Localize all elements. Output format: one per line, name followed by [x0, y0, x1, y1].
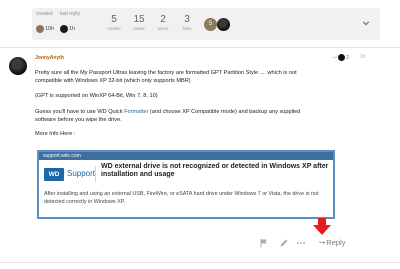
last-reply-time: 1h	[69, 26, 76, 32]
links-stat[interactable]: 3 links	[175, 14, 199, 31]
chevron-down-icon[interactable]	[362, 19, 370, 27]
post-text: software before you wipe the drive.	[35, 116, 122, 123]
bottom-divider	[0, 262, 400, 263]
replies-label: replies	[107, 26, 121, 31]
formatter-link[interactable]: Formatter	[124, 109, 148, 115]
post-paragraph: Pretty sure all the My Passport Ultras l…	[35, 70, 365, 85]
views-count: 15	[133, 14, 145, 25]
views-stat: 15 views	[127, 14, 151, 31]
wd-logo: WD	[44, 168, 64, 181]
created-label: created	[36, 11, 53, 17]
post-text: (and choose XP Compatible mode) and back…	[149, 109, 301, 115]
reply-arrow-icon: ↩	[333, 54, 338, 61]
reply-to-number: 2	[346, 54, 349, 61]
reply-button[interactable]: ↪Reply	[319, 238, 345, 247]
created-time: 10h	[45, 26, 55, 32]
created-stat[interactable]: created 10h	[36, 11, 54, 35]
post-text: Pretty sure all the My Passport Ultras l…	[35, 70, 297, 76]
replies-stat: 5 replies	[102, 14, 126, 31]
post-author[interactable]: JonnyAnyth	[35, 55, 64, 61]
reply-to-avatar	[338, 54, 346, 61]
wd-support-brand: Support	[67, 169, 96, 178]
preview-description: After installing and using an external U…	[44, 191, 319, 205]
post-text: Guess you'll have to use WD Quick	[35, 109, 123, 115]
avatar[interactable]	[9, 57, 27, 75]
topic-summary: created 10h last reply 1h 5 replies 15 v…	[32, 8, 380, 40]
post-time[interactable]: 1h	[360, 54, 366, 60]
participant-avatar[interactable]	[217, 18, 230, 31]
users-label: users	[157, 26, 169, 31]
post-paragraph: (GPT is supported on WinXP 64-Bit, Win 7…	[35, 93, 365, 101]
post-text: (GPT is supported on WinXP 64-Bit, Win 7…	[35, 93, 158, 99]
edit-icon[interactable]	[279, 238, 289, 248]
users-stat: 2 users	[151, 14, 175, 31]
annotation-arrow-icon	[313, 218, 331, 235]
creator-avatar	[36, 24, 44, 33]
post-text: compatible with Windows XP 32-bit (which…	[35, 77, 191, 84]
preview-title[interactable]: WD external drive is not recognized or d…	[101, 163, 331, 179]
users-count: 2	[160, 14, 166, 25]
participant-avatar[interactable]: 5	[204, 18, 217, 31]
preview-separator	[95, 166, 96, 182]
reply-to-indicator[interactable]: ↩ 2	[333, 54, 349, 61]
flag-icon[interactable]	[259, 238, 269, 248]
post-divider	[0, 47, 400, 48]
post-paragraph: More Info Here :	[35, 131, 365, 139]
links-label: links	[182, 26, 192, 31]
last-reply-label: last reply	[60, 11, 81, 17]
last-reply-stat[interactable]: last reply 1h	[60, 11, 80, 35]
link-preview[interactable]: support.wdc.com WD Support WD external d…	[37, 150, 335, 219]
reply-icon: ↪	[319, 238, 326, 247]
preview-domain[interactable]: support.wdc.com	[39, 152, 333, 160]
last-replier-avatar	[60, 24, 68, 33]
links-count: 3	[184, 14, 190, 25]
more-options-icon[interactable]	[296, 238, 306, 248]
views-label: views	[133, 26, 145, 31]
participant-badge: 5	[208, 21, 213, 27]
reply-label: Reply	[326, 238, 346, 247]
post-text: More Info Here :	[35, 131, 76, 137]
post-paragraph: Guess you'll have to use WD Quick Format…	[35, 109, 365, 124]
replies-count: 5	[111, 14, 117, 25]
